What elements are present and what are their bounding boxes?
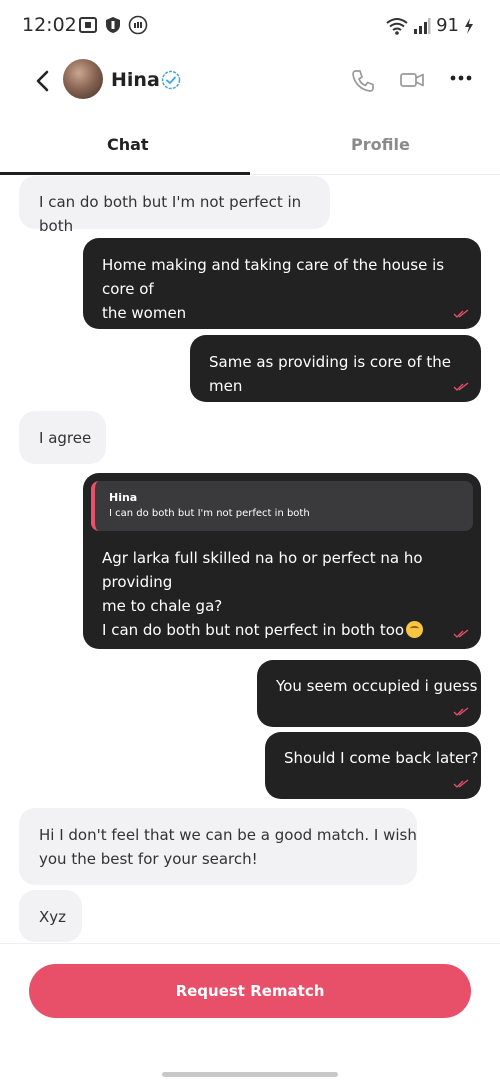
message-text: I can do both but I'm not perfect in bot… (39, 193, 302, 235)
notification-count-icon (128, 15, 148, 35)
status-system-icons: 91 (386, 15, 474, 36)
message-text: Hi I don't feel that we can be a good ma… (39, 826, 417, 844)
tab-bar: Chat Profile (0, 122, 500, 175)
verified-badge-icon (161, 70, 181, 90)
message-text: Home making and taking care of the house… (102, 256, 445, 298)
message-text: Xyz (39, 908, 67, 926)
chat-header: Hina (0, 52, 500, 112)
message-incoming[interactable]: Hi I don't feel that we can be a good ma… (19, 808, 417, 885)
message-outgoing[interactable]: Should I come back later? (265, 732, 481, 799)
shield-icon (106, 17, 120, 33)
status-notification-icons (78, 15, 148, 35)
emoji-icon (406, 621, 424, 638)
message-text: I agree (39, 429, 92, 447)
signal-icon (414, 17, 431, 34)
message-text: I can do both but not perfect in both to… (102, 621, 405, 639)
chat-footer: Request Rematch (0, 943, 500, 1085)
back-chevron-icon[interactable] (32, 67, 54, 95)
message-text: the women (102, 304, 187, 322)
message-text: Agr larka full skilled na ho or perfect … (102, 549, 423, 591)
screenshot-icon (79, 17, 97, 33)
phone-icon[interactable] (350, 68, 376, 94)
quoted-message[interactable]: Hina I can do both but I'm not perfect i… (91, 481, 473, 531)
message-text: me to chale ga? (102, 597, 223, 615)
avatar[interactable] (63, 59, 103, 99)
quoted-author: Hina (109, 491, 138, 504)
request-rematch-button[interactable]: Request Rematch (29, 964, 471, 1018)
read-receipt-icon (453, 779, 469, 788)
read-receipt-icon (453, 309, 469, 318)
active-tab-indicator (0, 172, 250, 175)
message-incoming[interactable]: I can do both but I'm not perfect in bot… (19, 176, 330, 235)
home-indicator[interactable] (162, 1072, 338, 1077)
message-incoming[interactable]: Xyz (19, 890, 82, 942)
quoted-text: I can do both but I'm not perfect in bot… (109, 508, 310, 519)
status-bar: 12:02 91 (0, 0, 500, 52)
message-outgoing[interactable]: Home making and taking care of the house… (83, 238, 481, 329)
message-text: Should I come back later? (284, 749, 479, 767)
message-outgoing-reply[interactable]: Hina I can do both but I'm not perfect i… (83, 473, 481, 649)
battery-level: 91 (436, 15, 459, 36)
wifi-icon (386, 17, 408, 35)
battery-charging-icon (465, 17, 473, 34)
tab-chat[interactable]: Chat (107, 135, 149, 154)
message-outgoing[interactable]: Same as providing is core of the men (190, 335, 481, 402)
video-camera-icon[interactable] (399, 69, 425, 91)
message-text: Same as providing is core of the men (209, 353, 452, 395)
read-receipt-icon (453, 629, 469, 638)
tab-profile[interactable]: Profile (351, 135, 410, 154)
more-dots-icon[interactable] (449, 72, 473, 84)
message-text: You seem occupied i guess (276, 677, 478, 695)
status-time: 12:02 (22, 14, 77, 36)
contact-name[interactable]: Hina (111, 69, 160, 91)
read-receipt-icon (453, 382, 469, 391)
message-text: you the best for your search! (39, 850, 258, 868)
read-receipt-icon (453, 707, 469, 716)
message-incoming[interactable]: I agree (19, 411, 106, 464)
message-outgoing[interactable]: You seem occupied i guess (257, 660, 481, 727)
